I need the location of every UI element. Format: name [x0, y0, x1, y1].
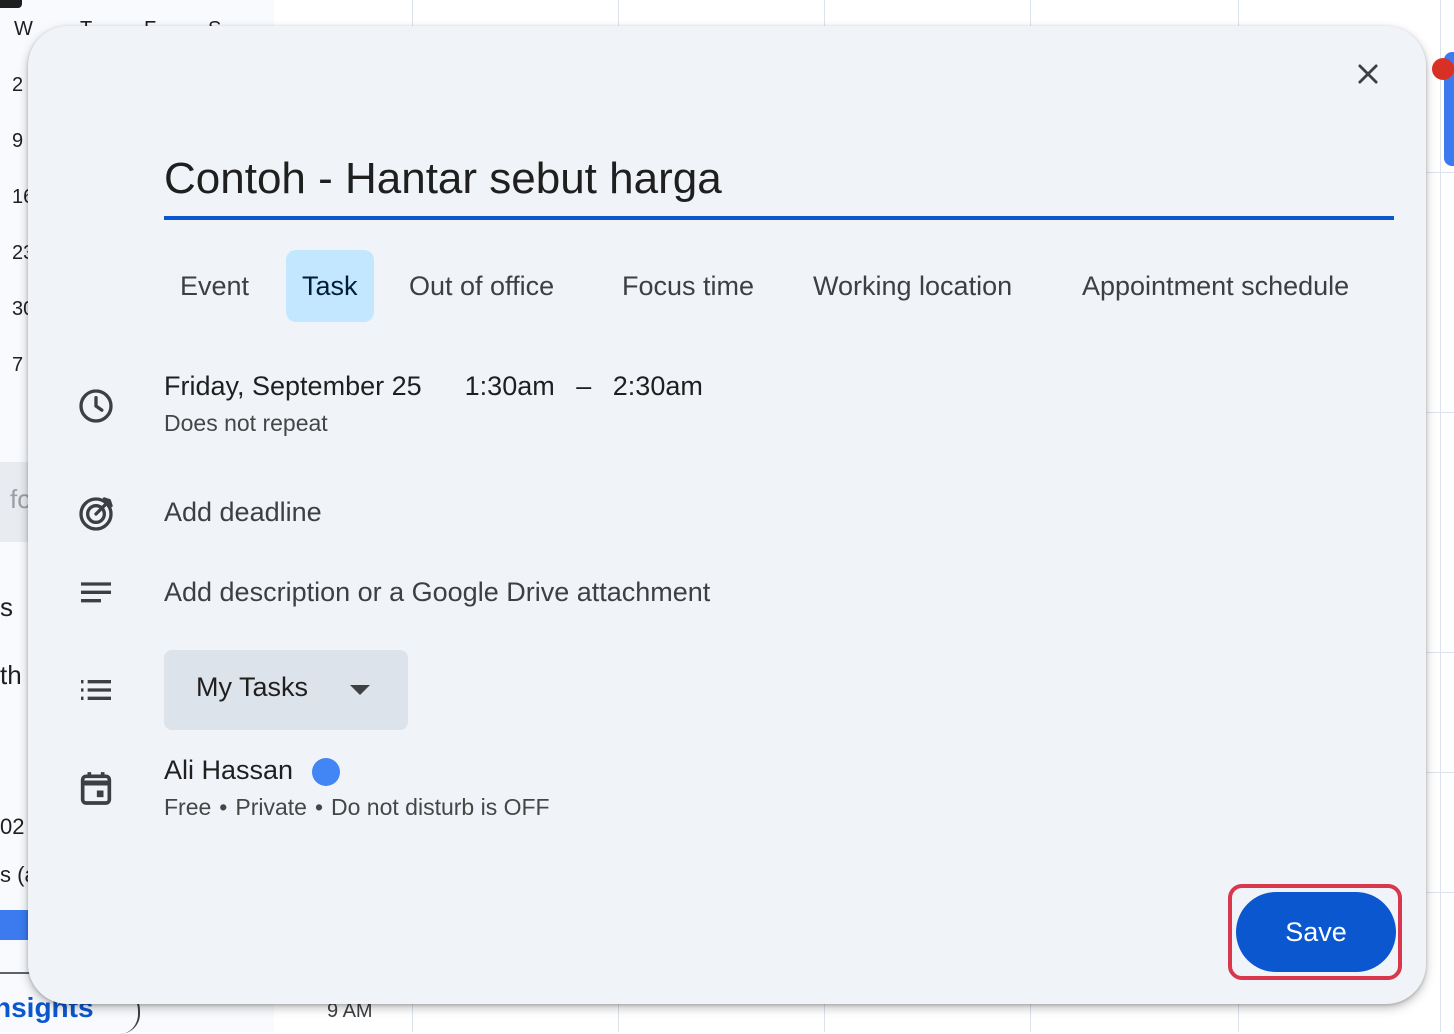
close-button[interactable]: [1344, 50, 1392, 98]
grid-line: [1426, 652, 1454, 653]
current-time-indicator: [1432, 58, 1454, 80]
add-deadline-button[interactable]: Add deadline: [164, 497, 322, 528]
mini-calendar-date[interactable]: 9: [12, 130, 23, 153]
tab-out-of-office[interactable]: Out of office: [393, 250, 570, 322]
grid-line: [1440, 0, 1441, 1032]
save-button[interactable]: Save: [1236, 892, 1396, 972]
tab-working-location[interactable]: Working location: [797, 250, 1028, 322]
repeat-option[interactable]: Does not repeat: [164, 410, 328, 437]
description-icon: [81, 582, 111, 603]
calendar-icon: [80, 772, 112, 805]
task-list-selected: My Tasks: [196, 672, 309, 702]
title-input-value: Contoh - Hantar sebut harga: [164, 154, 722, 203]
end-time-field[interactable]: 2:30am: [613, 371, 703, 401]
task-list-icon: [81, 680, 111, 700]
grid-line: [1426, 172, 1454, 173]
title-input[interactable]: Contoh - Hantar sebut harga: [164, 150, 1394, 220]
availability-status: Free: [164, 794, 212, 820]
calendar-color-dot: [312, 758, 340, 786]
tab-event[interactable]: Event: [164, 250, 265, 322]
tab-focus-time[interactable]: Focus time: [606, 250, 770, 322]
start-time-field[interactable]: 1:30am: [465, 371, 555, 401]
tab-appointment-schedule[interactable]: Appointment schedule: [1066, 250, 1365, 322]
mini-calendar-date[interactable]: 2: [12, 74, 23, 97]
date-field[interactable]: Friday, September 25: [164, 371, 422, 401]
tab-task[interactable]: Task: [286, 250, 374, 322]
grid-line: [1426, 772, 1454, 773]
sidebar-calendar-color: [0, 910, 30, 940]
time-separator: –: [576, 371, 592, 401]
owner-settings[interactable]: Free • Private • Do not disturb is OFF: [164, 794, 550, 821]
visibility-status: Private: [235, 794, 307, 820]
mini-calendar-weekday: W: [14, 18, 33, 40]
sidebar-chip: [0, 0, 22, 8]
grid-line: [1426, 412, 1454, 413]
task-dialog: Contoh - Hantar sebut harga Event Task O…: [28, 26, 1426, 1004]
target-icon: [79, 497, 113, 531]
mini-calendar-date[interactable]: 7: [12, 354, 23, 377]
task-list-dropdown[interactable]: My Tasks: [164, 650, 408, 730]
dnd-status: Do not disturb is OFF: [331, 794, 550, 820]
sidebar-fragment: th: [0, 660, 22, 690]
sidebar-fragment: s: [0, 592, 13, 622]
close-icon: [1358, 64, 1378, 84]
grid-line: [1426, 892, 1454, 893]
sidebar-fragment: 02: [0, 814, 25, 839]
chevron-down-icon: [350, 685, 370, 695]
calendar-owner[interactable]: Ali Hassan: [164, 755, 293, 786]
description-field[interactable]: Add description or a Google Drive attach…: [164, 577, 710, 608]
clock-icon: [79, 389, 113, 423]
datetime-picker[interactable]: Friday, September 25 1:30am – 2:30am: [164, 371, 703, 402]
